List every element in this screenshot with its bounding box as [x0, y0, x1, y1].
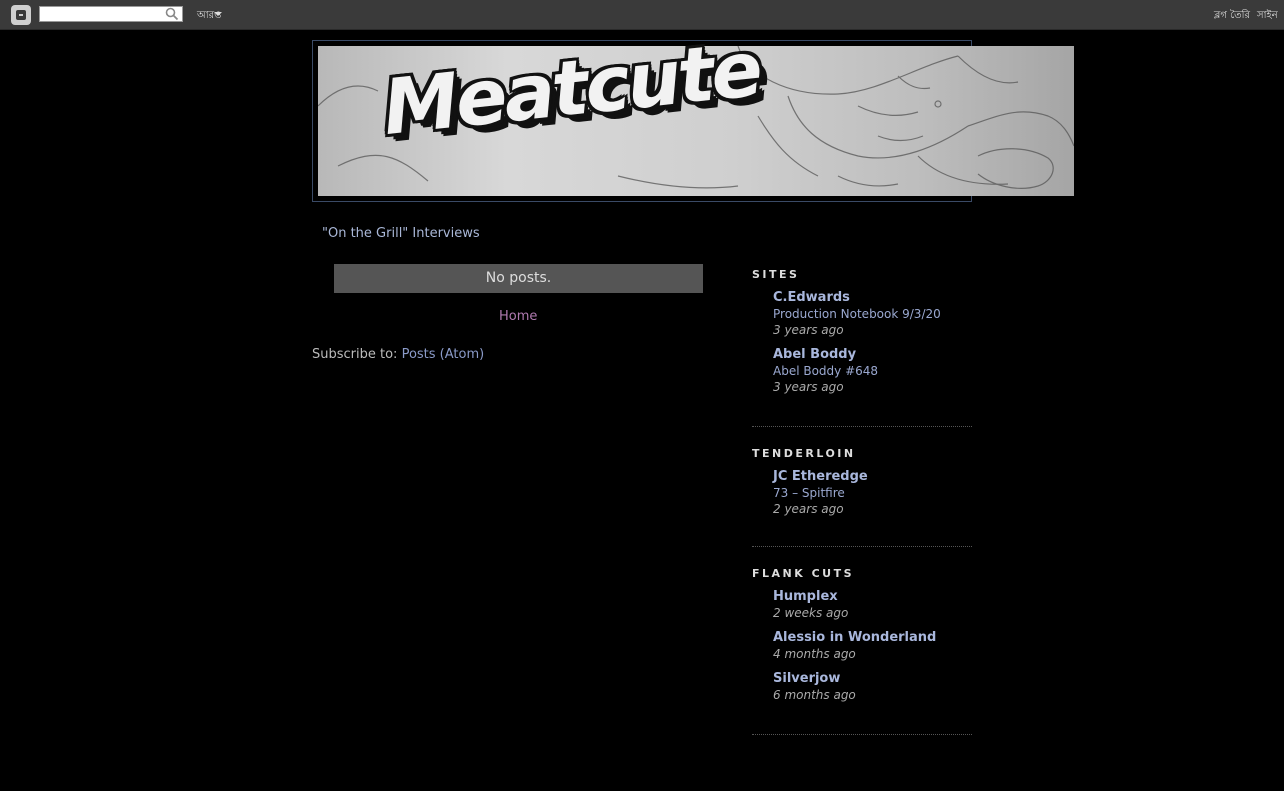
section-heading: FLANK CUTS	[752, 567, 855, 580]
blog-list-item: C.Edwards Production Notebook 9/3/20 3 y…	[773, 289, 972, 338]
search-icon[interactable]	[165, 7, 179, 21]
create-blog-link[interactable]: ব্লগ তৈরি	[1214, 8, 1250, 25]
search-input[interactable]	[39, 6, 183, 22]
section-heading: SITES	[752, 268, 800, 281]
page-link-interviews[interactable]: "On the Grill" Interviews	[322, 226, 480, 241]
blog-name-link[interactable]: JC Etheredge	[773, 468, 972, 485]
blog-list-item: Silverjow 6 months ago	[773, 670, 972, 703]
blog-post-link[interactable]: Abel Boddy #648	[773, 363, 972, 379]
blog-post-link[interactable]: 73 – Spitfire	[773, 485, 972, 501]
blogger-navbar: আরও ব্লগ তৈরি সাইন	[0, 0, 1284, 30]
blog-name-link[interactable]: Abel Boddy	[773, 346, 972, 363]
blog-list-item: Abel Boddy Abel Boddy #648 3 years ago	[773, 346, 972, 395]
blog-name-link[interactable]: Humplex	[773, 588, 972, 605]
home-link[interactable]: Home	[499, 309, 537, 324]
blog-list-item: Humplex 2 weeks ago	[773, 588, 972, 621]
more-menu[interactable]: আরও	[197, 8, 222, 25]
blog-name-link[interactable]: Silverjow	[773, 670, 972, 687]
no-posts-message: No posts.	[334, 264, 703, 293]
posts-atom-link[interactable]: Posts (Atom)	[402, 347, 485, 362]
sidebar-section-tenderloin: TENDERLOIN JC Etheredge 73 – Spitfire 2 …	[752, 447, 972, 547]
blog-timestamp: 3 years ago	[773, 323, 844, 337]
blog-timestamp: 2 years ago	[773, 502, 844, 516]
caret-down-icon[interactable]	[214, 12, 222, 16]
section-heading: TENDERLOIN	[752, 447, 856, 460]
blog-name-link[interactable]: C.Edwards	[773, 289, 972, 306]
blog-post-link[interactable]: Production Notebook 9/3/20	[773, 306, 972, 322]
blog-timestamp: 4 months ago	[773, 647, 856, 661]
subscribe-label: Subscribe to:	[312, 347, 402, 362]
subscribe-line: Subscribe to: Posts (Atom)	[312, 347, 484, 362]
blog-timestamp: 3 years ago	[773, 380, 844, 394]
sidebar-section-sites: SITES C.Edwards Production Notebook 9/3/…	[752, 268, 972, 427]
blog-name-link[interactable]: Alessio in Wonderland	[773, 629, 972, 646]
blog-timestamp: 6 months ago	[773, 688, 856, 702]
sign-in-link[interactable]: সাইন	[1257, 8, 1278, 25]
blog-timestamp: 2 weeks ago	[773, 606, 849, 620]
sidebar-section-flank-cuts: FLANK CUTS Humplex 2 weeks ago Alessio i…	[752, 567, 972, 735]
blog-list-item: JC Etheredge 73 – Spitfire 2 years ago	[773, 468, 972, 517]
blog-list-item: Alessio in Wonderland 4 months ago	[773, 629, 972, 662]
blogger-icon[interactable]	[11, 5, 31, 25]
